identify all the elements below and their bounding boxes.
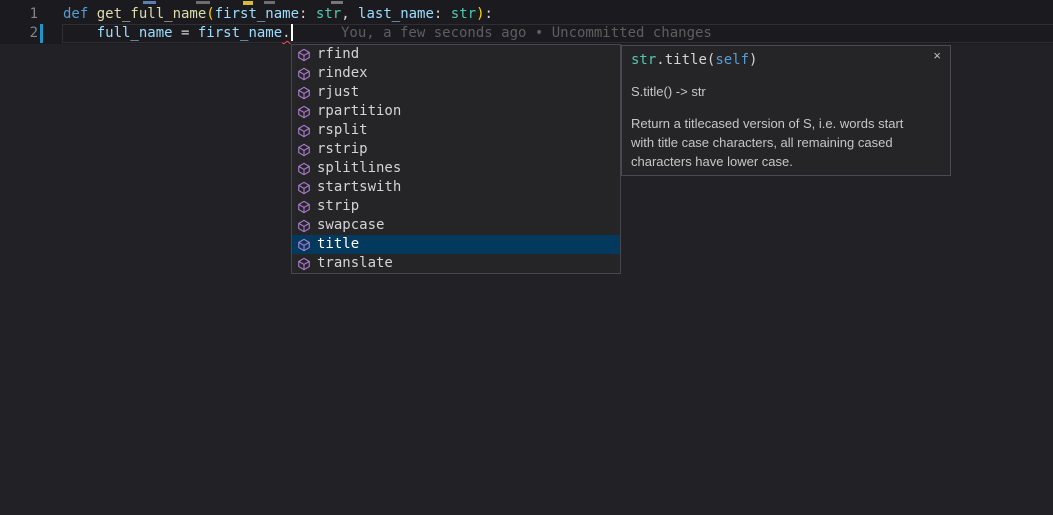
suggest-item-label: rindex <box>317 64 368 83</box>
token-equals: = <box>173 25 198 41</box>
autocomplete-suggest-list: rfind rindex rjust rpartition rsplit rst… <box>291 44 621 274</box>
method-icon <box>297 181 311 195</box>
suggest-item-label: rfind <box>317 45 359 64</box>
token-colon: : <box>434 6 451 22</box>
suggest-item-startswith[interactable]: startswith <box>292 178 620 197</box>
suggest-item-label: startswith <box>317 178 401 197</box>
code-editor-screen: 1 def get_full_name(first_name: str, las… <box>0 0 1053 515</box>
suggest-item-rindex[interactable]: rindex <box>292 64 620 83</box>
docs-summary: S.title() -> str <box>631 83 940 100</box>
token-function-name: get_full_name <box>97 6 207 22</box>
method-icon <box>297 86 311 100</box>
code-line-1-content[interactable]: def get_full_name(first_name: str, last_… <box>63 5 493 24</box>
cropped-line-fragment <box>264 1 275 4</box>
git-blame-annotation: You, a few seconds ago • Uncommitted cha… <box>341 24 712 43</box>
token-type-str: str <box>316 6 341 22</box>
token-colon: : <box>299 6 316 22</box>
suggest-item-label: rjust <box>317 83 359 102</box>
code-line-2-content[interactable]: full_name = first_name. <box>63 24 293 43</box>
method-icon <box>297 48 311 62</box>
token-var-first-name: first_name <box>198 25 282 41</box>
cropped-line-fragment <box>331 1 343 4</box>
suggest-item-label: splitlines <box>317 159 401 178</box>
token-type-str: str <box>451 6 476 22</box>
token-var-full-name: full_name <box>97 25 173 41</box>
cropped-line-fragment <box>196 1 210 4</box>
token-dot-with-error: . <box>282 25 290 41</box>
suggest-item-strip[interactable]: strip <box>292 197 620 216</box>
token-param-first-name: first_name <box>215 6 299 22</box>
code-line-1: 1 def get_full_name(first_name: str, las… <box>0 5 1053 24</box>
suggest-item-label: title <box>317 235 359 254</box>
token-colon: : <box>485 6 493 22</box>
method-icon <box>297 143 311 157</box>
cropped-line-fragment <box>143 1 156 4</box>
docs-sig-close-paren: ) <box>749 52 757 68</box>
text-cursor <box>291 24 293 41</box>
token-keyword-def: def <box>63 6 97 22</box>
method-icon <box>297 257 311 271</box>
suggest-item-title-selected[interactable]: title <box>292 235 620 254</box>
suggest-item-label: strip <box>317 197 359 216</box>
docs-body-line: Return a titlecased version of S, i.e. w… <box>631 114 940 133</box>
token-param-last-name: last_name <box>358 6 434 22</box>
method-icon <box>297 105 311 119</box>
token-open-paren: ( <box>206 6 214 22</box>
method-icon <box>297 200 311 214</box>
method-icon <box>297 67 311 81</box>
docs-sig-object: str <box>631 52 656 68</box>
editor-area[interactable]: 1 def get_full_name(first_name: str, las… <box>0 0 1053 44</box>
suggest-item-label: rpartition <box>317 102 401 121</box>
method-icon <box>297 162 311 176</box>
code-line-2: 2 full_name = first_name. You, a few sec… <box>0 24 1053 43</box>
suggest-item-rsplit[interactable]: rsplit <box>292 121 620 140</box>
suggest-item-rfind[interactable]: rfind <box>292 45 620 64</box>
suggest-item-label: rstrip <box>317 140 368 159</box>
suggest-item-translate[interactable]: translate <box>292 254 620 273</box>
docs-body-line: with title case characters, all remainin… <box>631 133 940 152</box>
line-number-1[interactable]: 1 <box>0 5 38 24</box>
line-number-2[interactable]: 2 <box>0 24 38 43</box>
suggest-item-rstrip[interactable]: rstrip <box>292 140 620 159</box>
suggest-item-label: swapcase <box>317 216 384 235</box>
token-indent <box>63 25 97 41</box>
docs-sig-param: self <box>715 52 749 68</box>
suggest-item-label: rsplit <box>317 121 368 140</box>
method-icon <box>297 238 311 252</box>
suggest-item-rjust[interactable]: rjust <box>292 83 620 102</box>
suggest-item-rpartition[interactable]: rpartition <box>292 102 620 121</box>
suggest-item-splitlines[interactable]: splitlines <box>292 159 620 178</box>
docs-body-line: characters have lower case. <box>631 152 940 171</box>
token-comma: , <box>341 6 358 22</box>
docs-sig-method: .title( <box>656 52 715 68</box>
close-icon[interactable]: × <box>933 49 941 62</box>
suggest-item-swapcase[interactable]: swapcase <box>292 216 620 235</box>
suggest-item-label: translate <box>317 254 393 273</box>
method-icon <box>297 124 311 138</box>
docs-signature: str.title(self) <box>631 51 940 70</box>
token-close-paren: ) <box>476 6 484 22</box>
suggest-docs-panel: str.title(self) S.title() -> str Return … <box>621 45 951 176</box>
method-icon <box>297 219 311 233</box>
